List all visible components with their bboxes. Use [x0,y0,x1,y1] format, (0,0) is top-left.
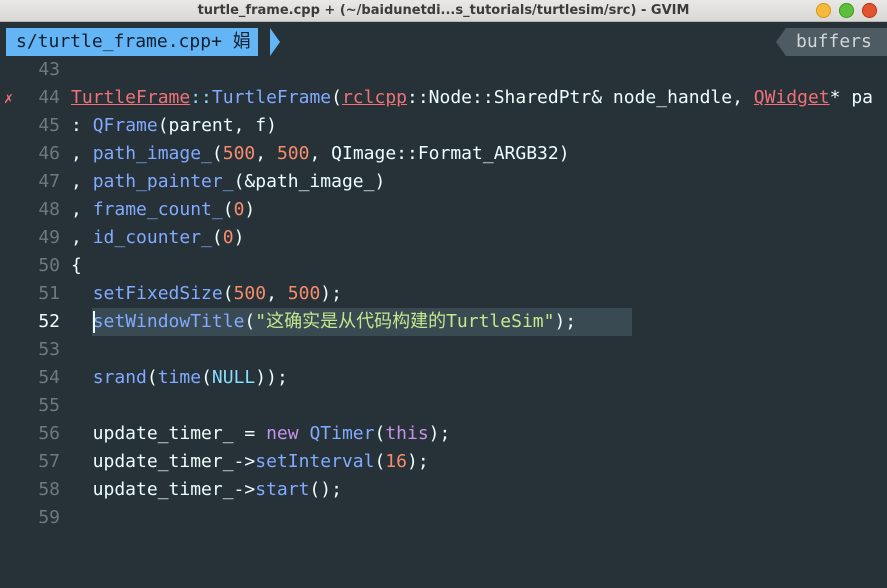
line-number: 59 [38,507,60,528]
tabline: s/turtle_frame.cpp+ 娟 buffers [0,28,887,56]
buffers-label: buffers [786,28,887,56]
line-number: 51 [38,283,60,304]
tab-turtle-frame[interactable]: s/turtle_frame.cpp+ 娟 [6,28,258,56]
current-line-number: 52 [38,311,60,332]
maximize-button[interactable] [839,3,854,18]
code-text: setWindowTitle("这确实是从代码构建的TurtleSim"); [92,311,577,332]
line-number: 49 [38,227,60,248]
code-text: srand(time(NULL)); [92,367,288,388]
code-line: 53 [0,336,887,364]
line-number: 57 [38,451,60,472]
code-line: 57 update_timer_->setInterval(16); [0,448,887,476]
code-line: 55 [0,392,887,420]
title-bar[interactable]: turtle_frame.cpp + (~/baidunetdi...s_tut… [0,0,887,22]
error-sign-icon[interactable]: ✗ [4,84,18,112]
code-text: update_timer_->start(); [71,479,342,500]
window-title: turtle_frame.cpp + (~/baidunetdi...s_tut… [197,3,690,18]
line-number: 48 [38,199,60,220]
code-line: 51 setFixedSize(500, 500); [0,280,887,308]
code-text: , frame_count_(0) [71,199,256,220]
line-number: 44 [38,87,60,108]
code-line: 58 update_timer_->start(); [0,476,887,504]
code-line: 46 , path_image_(500, 500, QImage::Forma… [0,140,887,168]
line-number: 56 [38,423,60,444]
line-number: 43 [38,59,60,80]
close-button[interactable] [862,3,877,18]
code-text: setFixedSize(500, 500); [92,283,342,304]
buffers-separator-arrow [776,28,786,56]
minimize-button[interactable] [816,3,831,18]
code-text: : QFrame(parent, f) [71,115,277,136]
code-line: ✗ 44 TurtleFrame::TurtleFrame(rclcpp::No… [0,84,887,112]
code-line: 59 [0,504,887,532]
code-text: { [71,255,82,276]
editor-area[interactable]: 43 ✗ 44 TurtleFrame::TurtleFrame(rclcpp:… [0,56,887,534]
code-line: 50 { [0,252,887,280]
code-line: 43 [0,56,887,84]
code-line: 45 : QFrame(parent, f) [0,112,887,140]
code-text: , id_counter_(0) [71,227,245,248]
line-number: 50 [38,255,60,276]
line-number: 46 [38,143,60,164]
code-text: , path_image_(500, 500, QImage::Format_A… [71,143,570,164]
tab-separator-arrow [270,28,280,56]
line-number: 45 [38,115,60,136]
line-number: 54 [38,367,60,388]
current-code-line: 52 setWindowTitle("这确实是从代码构建的TurtleSim")… [0,308,887,336]
code-line: 49 , id_counter_(0) [0,224,887,252]
line-number: 47 [38,171,60,192]
code-text: update_timer_->setInterval(16); [71,451,429,472]
line-number: 55 [38,395,60,416]
code-line: 56 update_timer_ = new QTimer(this); [0,420,887,448]
code-text: TurtleFrame::TurtleFrame(rclcpp::Node::S… [71,87,873,108]
code-line: 48 , frame_count_(0) [0,196,887,224]
code-line: 47 , path_painter_(&path_image_) [0,168,887,196]
line-number: 58 [38,479,60,500]
code-text: , path_painter_(&path_image_) [71,171,386,192]
code-line: 54 srand(time(NULL)); [0,364,887,392]
text-cursor [93,311,95,333]
line-number: 53 [38,339,60,360]
code-text: update_timer_ = new QTimer(this); [71,423,451,444]
